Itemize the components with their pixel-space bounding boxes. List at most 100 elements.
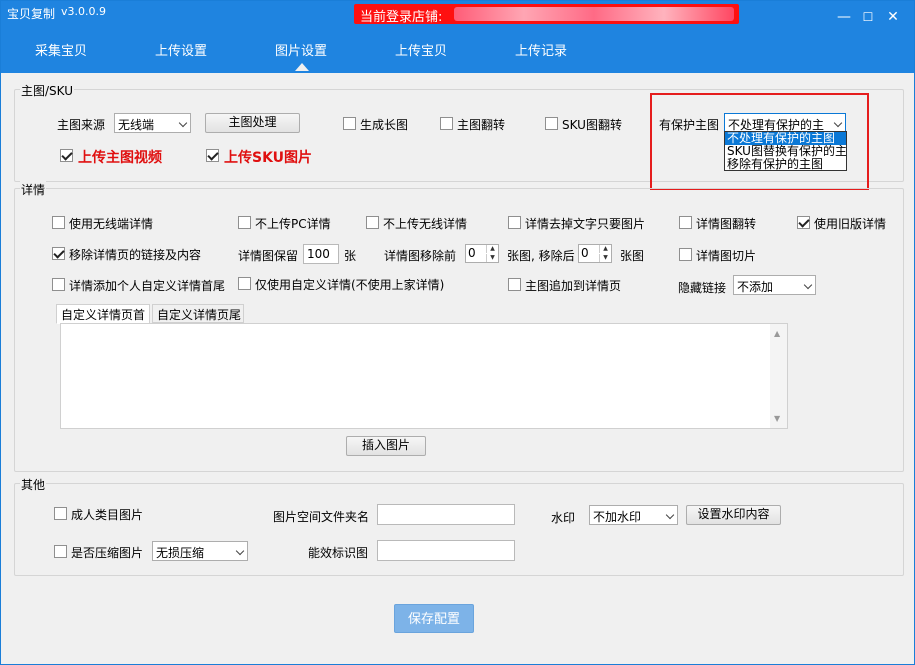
main-source-label: 主图来源 [57,118,106,132]
save-config-button[interactable]: 保存配置 [394,604,474,633]
compress-images-checkbox[interactable] [54,545,67,558]
no-wireless-detail-checkbox[interactable] [366,216,379,229]
chevron-down-icon [178,118,188,128]
flip-main-image-label: 主图翻转 [457,118,506,132]
keep-images-unit: 张 [344,249,357,263]
hide-link-select[interactable]: 不添加 [733,275,816,295]
remove-back-unit: 张图 [620,249,645,263]
watermark-label: 水印 [551,511,576,525]
add-header-footer-checkbox[interactable] [52,278,65,291]
app-window: 宝贝复制 v3.0.0.9 当前登录店铺: — ☐ ✕ 采集宝贝 上传设置 图片… [0,0,915,665]
shop-name-redacted [454,7,734,21]
tab-custom-header[interactable]: 自定义详情页首 [56,304,150,324]
efficacy-label: 能效标识图 [308,546,369,560]
custom-detail-editor[interactable]: ▲ ▼ [60,323,788,429]
other-group-title: 其他 [20,476,47,493]
remove-back-spinner[interactable]: 0 ▲ ▼ [578,244,612,263]
adult-images-label: 成人类目图片 [71,508,144,522]
upload-main-video-label: 上传主图视频 [78,150,162,166]
spin-up-icon[interactable]: ▲ [486,245,498,253]
highlight-box [650,93,869,190]
insert-image-button[interactable]: 插入图片 [346,436,426,456]
remove-mid-label: 张图, 移除后 [507,249,575,263]
scroll-down-icon[interactable]: ▼ [774,414,780,423]
only-custom-detail-checkbox[interactable] [238,277,251,290]
only-custom-detail-label: 仅使用自定义详情(不使用上家详情) [255,278,445,292]
detail-group-title: 详情 [20,181,47,198]
maximize-icon[interactable]: ☐ [860,9,876,25]
flip-detail-label: 详情图翻转 [696,217,757,231]
hide-link-value: 不添加 [737,280,774,294]
current-shop-banner: 当前登录店铺: [354,4,739,25]
other-group [14,483,904,576]
keep-images-label: 详情图保留 [238,249,299,263]
minimize-icon[interactable]: — [836,9,852,25]
tab-upload-settings[interactable]: 上传设置 [155,40,207,59]
compress-images-label: 是否压缩图片 [71,546,144,560]
remove-front-value: 0 [468,246,476,260]
slice-detail-label: 详情图切片 [696,249,757,263]
flip-sku-image-label: SKU图翻转 [562,118,622,132]
use-old-detail-label: 使用旧版详情 [814,217,887,231]
no-pc-detail-label: 不上传PC详情 [255,217,331,231]
remove-back-value: 0 [581,246,589,260]
slice-detail-checkbox[interactable] [679,248,692,261]
append-main-label: 主图追加到详情页 [525,279,622,293]
remove-links-label: 移除详情页的链接及内容 [69,248,202,262]
upload-sku-image-label: 上传SKU图片 [224,150,313,166]
remove-text-images-label: 详情去掉文字只要图片 [525,217,646,231]
use-wireless-detail-checkbox[interactable] [52,216,65,229]
upload-main-video-checkbox[interactable] [60,149,73,162]
compress-mode-value: 无损压缩 [156,546,205,560]
tab-collect[interactable]: 采集宝贝 [35,40,87,59]
main-source-value: 无线端 [118,118,155,132]
upload-sku-image-checkbox[interactable] [206,149,219,162]
spin-down-icon[interactable]: ▼ [486,254,498,262]
add-header-footer-label: 详情添加个人自定义详情首尾 [69,279,226,293]
title-bar: 宝贝复制 v3.0.0.9 当前登录店铺: — ☐ ✕ [1,1,914,32]
main-image-process-button[interactable]: 主图处理 [205,113,300,133]
use-wireless-detail-label: 使用无线端详情 [69,217,154,231]
remove-front-spinner[interactable]: 0 ▲ ▼ [465,244,499,263]
remove-front-label: 详情图移除前 [384,249,457,263]
spin-up-icon[interactable]: ▲ [599,245,611,253]
scroll-up-icon[interactable]: ▲ [774,329,780,338]
active-tab-indicator [295,63,309,71]
main-source-select[interactable]: 无线端 [114,113,191,133]
flip-detail-checkbox[interactable] [679,216,692,229]
flip-sku-image-checkbox[interactable] [545,117,558,130]
close-icon[interactable]: ✕ [885,9,901,25]
tab-custom-footer[interactable]: 自定义详情页尾 [152,304,244,323]
vertical-scrollbar[interactable]: ▲ ▼ [770,324,787,428]
chevron-down-icon [803,280,813,290]
no-wireless-detail-label: 不上传无线详情 [383,217,468,231]
remove-links-checkbox[interactable] [52,247,65,260]
app-title: 宝贝复制 [7,7,56,21]
flip-main-image-checkbox[interactable] [440,117,453,130]
main-sku-group-title: 主图/SKU [20,82,74,99]
append-main-checkbox[interactable] [508,278,521,291]
hide-link-label: 隐藏链接 [678,281,727,295]
no-pc-detail-checkbox[interactable] [238,216,251,229]
keep-images-input[interactable]: 100 [303,244,339,264]
spin-down-icon[interactable]: ▼ [599,254,611,262]
use-old-detail-checkbox[interactable] [797,216,810,229]
tab-upload-log[interactable]: 上传记录 [515,40,567,59]
tab-image-settings[interactable]: 图片设置 [275,40,327,59]
main-nav: 采集宝贝 上传设置 图片设置 上传宝贝 上传记录 [1,32,914,73]
chevron-down-icon [235,546,245,556]
gen-long-image-label: 生成长图 [360,118,409,132]
folder-name-label: 图片空间文件夹名 [273,510,370,524]
compress-mode-select[interactable]: 无损压缩 [152,541,248,561]
watermark-value: 不加水印 [593,510,642,524]
tab-upload-items[interactable]: 上传宝贝 [395,40,447,59]
gen-long-image-checkbox[interactable] [343,117,356,130]
watermark-select[interactable]: 不加水印 [589,505,678,525]
efficacy-input[interactable] [377,540,515,561]
remove-text-images-checkbox[interactable] [508,216,521,229]
chevron-down-icon [665,510,675,520]
adult-images-checkbox[interactable] [54,507,67,520]
current-shop-label: 当前登录店铺: [360,10,443,25]
watermark-settings-button[interactable]: 设置水印内容 [686,505,781,525]
folder-name-input[interactable] [377,504,515,525]
